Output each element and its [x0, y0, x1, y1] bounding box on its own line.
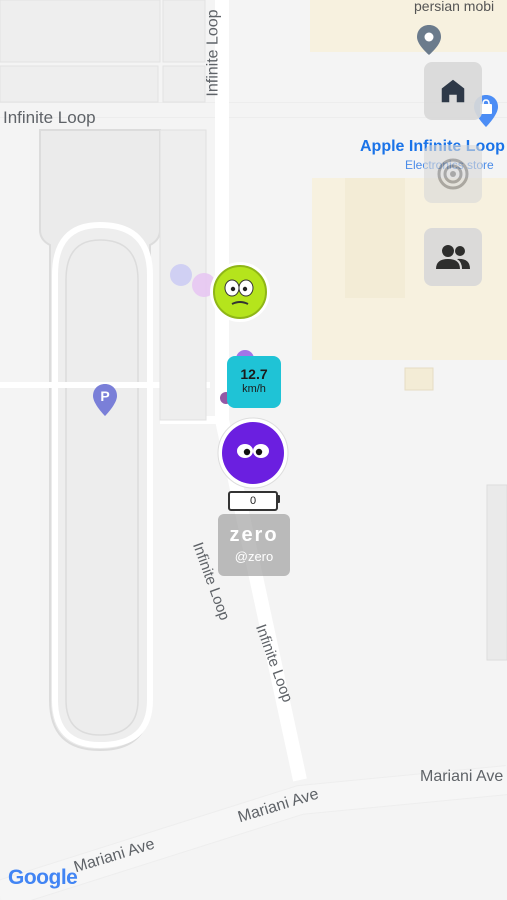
poi-marker-icon[interactable] [416, 24, 442, 56]
friend-avatar[interactable] [208, 260, 272, 324]
street-label-mariani-ave-2: Mariani Ave [420, 768, 504, 785]
home-button[interactable] [424, 62, 482, 120]
user-name: zero [229, 524, 279, 546]
google-logo: Google [8, 866, 78, 889]
svg-text:P: P [100, 388, 109, 404]
street-label-infinite-loop-vertical: Infinite Loop [204, 9, 222, 97]
trail-dot [170, 264, 192, 286]
battery-tip [277, 495, 280, 503]
battery-indicator: 0 [228, 491, 278, 511]
speed-value: 12.7 [240, 366, 268, 382]
speed-unit: km/h [242, 383, 266, 395]
street-label-infinite-loop: Infinite Loop [3, 108, 96, 127]
poi-label-top: persian mobi [414, 0, 495, 14]
target-icon [437, 158, 469, 190]
locate-button[interactable] [424, 145, 482, 203]
user-label-card[interactable]: zero @zero [218, 514, 290, 576]
user-handle: @zero [234, 549, 274, 564]
speed-indicator: 12.7 km/h [227, 356, 281, 408]
friends-button[interactable] [424, 228, 482, 286]
parking-icon[interactable]: P [92, 383, 118, 417]
self-avatar[interactable] [215, 416, 291, 490]
people-icon [436, 245, 470, 269]
home-icon [441, 79, 465, 103]
